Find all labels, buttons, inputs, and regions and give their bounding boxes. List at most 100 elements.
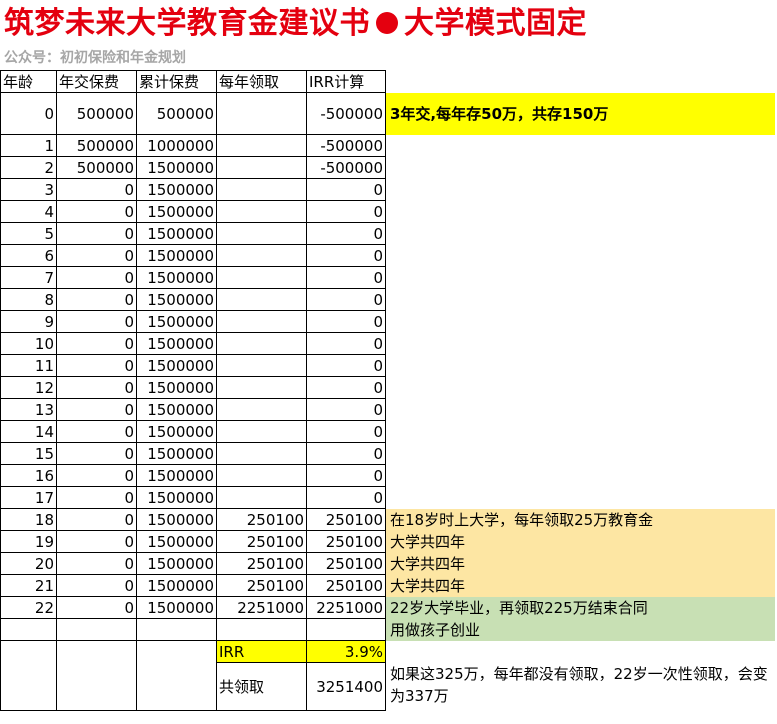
cell-withdraw bbox=[216, 134, 307, 157]
cell-withdraw bbox=[216, 222, 307, 245]
cell-irr: 0 bbox=[306, 398, 386, 421]
note-blank bbox=[386, 201, 776, 223]
header-row: 年龄 年交保费 累计保费 每年领取 IRR计算 bbox=[0, 70, 776, 93]
table-row: 16 0 1500000 0 bbox=[0, 464, 776, 487]
cell-irr: 0 bbox=[306, 200, 386, 223]
note-blank bbox=[386, 377, 776, 399]
note-blank bbox=[386, 399, 776, 421]
note-blank bbox=[386, 641, 776, 663]
note-blank bbox=[386, 487, 776, 509]
note-cell: 大学共四年 bbox=[385, 552, 776, 575]
cell-premium: 0 bbox=[56, 178, 137, 201]
cell-age: 20 bbox=[0, 552, 57, 575]
cell-irr: 0 bbox=[306, 178, 386, 201]
cell-irr: 0 bbox=[306, 420, 386, 443]
cell-age: 17 bbox=[0, 486, 57, 509]
cell-premium: 0 bbox=[56, 288, 137, 311]
total-note: 如果这325万，每年都没有领取，22岁一次性领取，会变为337万 bbox=[390, 664, 768, 705]
table-row: 4 0 1500000 0 bbox=[0, 200, 776, 223]
note-cell: 大学共四年 bbox=[385, 574, 776, 597]
cell-withdraw bbox=[216, 244, 307, 267]
total-row: 共领取 3251400 如果这325万，每年都没有领取，22岁一次性领取，会变为33… bbox=[0, 662, 776, 711]
cell-cumulative: 1500000 bbox=[136, 596, 217, 619]
cell-cumulative: 1500000 bbox=[136, 332, 217, 355]
title-tail: 大学模式固定 bbox=[404, 6, 587, 41]
irr-value: 3.9% bbox=[306, 640, 386, 663]
table-row: 9 0 1500000 0 bbox=[0, 310, 776, 333]
cell-cumulative: 1500000 bbox=[136, 508, 217, 531]
cell-cumulative: 1500000 bbox=[136, 310, 217, 333]
empty-cell bbox=[306, 618, 386, 641]
cell-withdraw bbox=[216, 354, 307, 377]
cell-premium: 500000 bbox=[56, 92, 137, 135]
cell-withdraw: 250100 bbox=[216, 574, 307, 597]
cell-irr: 0 bbox=[306, 244, 386, 267]
note-blank bbox=[386, 421, 776, 443]
table-row: 10 0 1500000 0 bbox=[0, 332, 776, 355]
cell-irr: 0 bbox=[306, 354, 386, 377]
cell-cumulative: 1500000 bbox=[136, 486, 217, 509]
header-cumulative: 累计保费 bbox=[136, 70, 217, 93]
cell-age: 1 bbox=[0, 134, 57, 157]
header-withdraw: 每年领取 bbox=[216, 70, 307, 93]
note-blank bbox=[386, 311, 776, 333]
cell-cumulative: 1500000 bbox=[136, 530, 217, 553]
cell-irr: 250100 bbox=[306, 552, 386, 575]
cell-irr: 250100 bbox=[306, 508, 386, 531]
table-row: 6 0 1500000 0 bbox=[0, 244, 776, 267]
cell-premium: 0 bbox=[56, 508, 137, 531]
cell-cumulative: 1500000 bbox=[136, 288, 217, 311]
cell-irr: -500000 bbox=[306, 92, 386, 135]
cell-cumulative: 1500000 bbox=[136, 574, 217, 597]
table-row: 19 0 1500000 250100 250100 大学共四年 bbox=[0, 530, 776, 553]
note-cell: 用做孩子创业 bbox=[385, 618, 776, 641]
cell-premium: 0 bbox=[56, 354, 137, 377]
cell-premium: 0 bbox=[56, 376, 137, 399]
cell-premium: 0 bbox=[56, 486, 137, 509]
cell-withdraw bbox=[216, 420, 307, 443]
empty-cell bbox=[56, 662, 137, 711]
table-row: 8 0 1500000 0 bbox=[0, 288, 776, 311]
table-row: 用做孩子创业 bbox=[0, 618, 776, 641]
cell-premium: 0 bbox=[56, 222, 137, 245]
cell-cumulative: 1500000 bbox=[136, 376, 217, 399]
header-premium: 年交保费 bbox=[56, 70, 137, 93]
cell-premium: 0 bbox=[56, 464, 137, 487]
table-body: 年龄 年交保费 累计保费 每年领取 IRR计算 0 500000 500000 -50… bbox=[0, 70, 776, 711]
cell-withdraw bbox=[216, 92, 307, 135]
title-main: 筑梦未来大学教育金建议书 bbox=[4, 6, 370, 41]
cell-irr: 0 bbox=[306, 222, 386, 245]
cell-withdraw bbox=[216, 332, 307, 355]
cell-premium: 500000 bbox=[56, 134, 137, 157]
cell-cumulative: 1500000 bbox=[136, 266, 217, 289]
red-dot-icon bbox=[376, 11, 398, 34]
cell-cumulative: 1000000 bbox=[136, 134, 217, 157]
cell-withdraw bbox=[216, 486, 307, 509]
cell-age: 12 bbox=[0, 376, 57, 399]
table-row: 14 0 1500000 0 bbox=[0, 420, 776, 443]
cell-withdraw bbox=[216, 178, 307, 201]
cell-withdraw: 2251000 bbox=[216, 596, 307, 619]
cell-cumulative: 500000 bbox=[136, 92, 217, 135]
cell-premium: 0 bbox=[56, 442, 137, 465]
note-blank bbox=[386, 135, 776, 157]
cell-age: 15 bbox=[0, 442, 57, 465]
cell-premium: 0 bbox=[56, 332, 137, 355]
cell-withdraw bbox=[216, 442, 307, 465]
table-row: 11 0 1500000 0 bbox=[0, 354, 776, 377]
cell-age: 4 bbox=[0, 200, 57, 223]
cell-withdraw: 250100 bbox=[216, 530, 307, 553]
cell-premium: 0 bbox=[56, 310, 137, 333]
empty-cell bbox=[0, 618, 57, 641]
note-blank bbox=[386, 355, 776, 377]
cell-withdraw bbox=[216, 376, 307, 399]
table-row: 3 0 1500000 0 bbox=[0, 178, 776, 201]
irr-row: IRR 3.9% bbox=[0, 640, 776, 663]
note-cell: 大学共四年 bbox=[385, 530, 776, 553]
cell-withdraw bbox=[216, 398, 307, 421]
table-row: 22 0 1500000 2251000 2251000 22岁大学毕业，再领取225万结… bbox=[0, 596, 776, 619]
note-blank bbox=[386, 157, 776, 179]
cell-premium: 0 bbox=[56, 266, 137, 289]
cell-age: 2 bbox=[0, 156, 57, 179]
cell-premium: 0 bbox=[56, 420, 137, 443]
